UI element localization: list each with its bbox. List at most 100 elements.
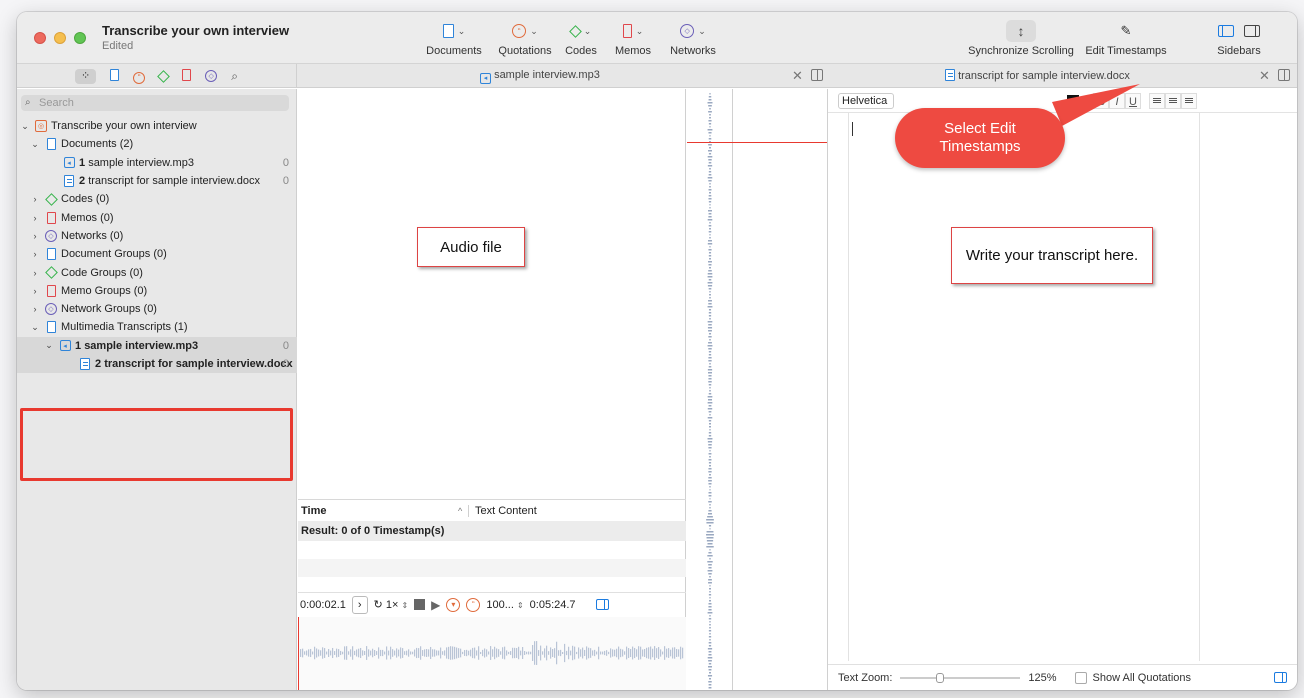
- font-select[interactable]: Helvetica: [838, 92, 894, 109]
- documents-tab-icon[interactable]: [110, 69, 120, 83]
- chevron-right-icon[interactable]: ›: [29, 304, 41, 314]
- time-column-header[interactable]: Time: [298, 505, 458, 517]
- vertical-waveform[interactable]: [687, 89, 733, 690]
- chevron-right-icon[interactable]: ›: [29, 249, 41, 259]
- vertical-waveform-bar: [709, 339, 711, 341]
- waveform-bar: [358, 648, 360, 658]
- waveform-bar: [334, 651, 336, 655]
- codes-tab-icon[interactable]: [157, 69, 171, 83]
- stop-button[interactable]: [414, 599, 426, 610]
- sort-ascending-icon[interactable]: ^: [458, 506, 468, 516]
- chevron-right-icon[interactable]: ›: [29, 213, 41, 223]
- tree-item-memo-groups[interactable]: › Memo Groups (0): [17, 282, 297, 300]
- tree-item-documents[interactable]: ⌄ Documents (2): [17, 135, 297, 153]
- vertical-waveform-bar: [708, 105, 712, 107]
- tree-item-doc-2[interactable]: 2 transcript for sample interview.docx 0: [17, 172, 297, 190]
- networks-toolbar-button[interactable]: ◇ ⌄ Networks: [662, 20, 724, 57]
- toggle-panel-icon[interactable]: [595, 599, 609, 610]
- tree-item-memos[interactable]: › Memos (0): [17, 208, 297, 226]
- vertical-waveform-bar: [706, 540, 714, 542]
- audio-file-icon: ◂: [480, 72, 491, 84]
- align-center-icon[interactable]: [1165, 92, 1181, 109]
- show-all-quotations-checkbox[interactable]: [1074, 671, 1087, 684]
- chevron-right-icon[interactable]: ›: [29, 194, 41, 204]
- text-content-column-header[interactable]: Text Content: [468, 504, 537, 517]
- vertical-waveform-bar: [708, 459, 712, 461]
- vertical-waveform-bar: [708, 252, 712, 254]
- quotation-count: 0: [282, 339, 289, 352]
- documents-toolbar-button[interactable]: ⌄ Documents: [419, 20, 489, 57]
- search-tab-icon[interactable]: ⌕: [231, 70, 238, 82]
- edit-timestamps-button[interactable]: ✎ Edit Timestamps: [1081, 20, 1171, 57]
- synchronize-scrolling-button[interactable]: ↕ Synchronize Scrolling: [961, 20, 1081, 57]
- tree-item-document-groups[interactable]: › Document Groups (0): [17, 245, 297, 263]
- vertical-waveform-bar: [708, 312, 712, 314]
- text-zoom-slider[interactable]: [900, 672, 1021, 683]
- vertical-waveform-bar: [709, 228, 711, 230]
- add-quotation-icon[interactable]: ▾: [446, 597, 461, 612]
- transcript-folder-icon: [46, 321, 56, 334]
- vertical-waveform-bar: [708, 510, 712, 512]
- network-group-icon: ◇: [45, 303, 57, 316]
- search-input[interactable]: ⌕ Search: [21, 95, 289, 111]
- waveform-bar: [478, 646, 480, 660]
- chevron-right-icon[interactable]: ›: [29, 231, 41, 241]
- toggle-panel-icon[interactable]: [1274, 672, 1287, 683]
- zoom-window-button[interactable]: [74, 32, 86, 44]
- memos-toolbar-button[interactable]: ⌄ Memos: [607, 20, 659, 57]
- chevron-down-icon[interactable]: ⌄: [43, 340, 55, 351]
- tree-item-project[interactable]: ⌄ ◎ Transcribe your own interview: [17, 117, 297, 135]
- tree-item-multimedia-transcripts[interactable]: ⌄ Multimedia Transcripts (1): [17, 318, 297, 336]
- quotation-icon[interactable]: “: [466, 597, 481, 612]
- forward-button[interactable]: ›: [351, 595, 368, 614]
- codes-toolbar-button[interactable]: ⌄ Codes: [559, 20, 603, 57]
- tree-item-mt-audio[interactable]: ⌄ ◂ 1 sample interview.mp3 0: [17, 336, 297, 355]
- tree-item-codes[interactable]: › Codes (0): [17, 190, 297, 208]
- close-tab-icon[interactable]: ✕: [792, 68, 803, 84]
- sidebars-toolbar-button[interactable]: Sidebars: [1209, 20, 1269, 57]
- vertical-waveform-bar: [707, 675, 713, 677]
- tree-item-networks[interactable]: › ◇ Networks (0): [17, 227, 297, 245]
- minimize-window-button[interactable]: [54, 32, 66, 44]
- align-right-icon[interactable]: [1181, 92, 1197, 109]
- tree-item-mt-transcript[interactable]: 2 transcript for sample interview.docx 0: [17, 354, 297, 374]
- tree-item-code-groups[interactable]: › Code Groups (0): [17, 263, 297, 281]
- tree-item-network-groups[interactable]: › ◇ Network Groups (0): [17, 300, 297, 318]
- speed-select[interactable]: ↻ 1× ⇕: [374, 598, 409, 611]
- memos-tab-icon[interactable]: [182, 69, 192, 83]
- align-left-icon[interactable]: [1149, 92, 1165, 109]
- chevron-right-icon[interactable]: ›: [29, 268, 41, 278]
- waveform-bar: [320, 650, 322, 656]
- chevron-down-icon[interactable]: ⌄: [29, 139, 41, 150]
- waveform-bar: [306, 650, 308, 656]
- chevron-down-icon[interactable]: ⌄: [29, 322, 41, 333]
- vertical-waveform-bar: [708, 384, 712, 386]
- networks-tab-icon[interactable]: ◇: [205, 70, 218, 82]
- right-sidebar-icon[interactable]: [1244, 25, 1260, 37]
- audio-waveform[interactable]: [298, 617, 686, 690]
- chevron-down-icon[interactable]: ⌄: [19, 121, 31, 132]
- chevron-right-icon[interactable]: ›: [29, 286, 41, 296]
- tree-item-doc-1[interactable]: ◂ 1 sample interview.mp3 0: [17, 154, 297, 172]
- volume-select[interactable]: 100... ⇕: [486, 599, 523, 611]
- waveform-bar: [386, 646, 388, 660]
- waveform-bar: [646, 647, 648, 659]
- close-window-button[interactable]: [34, 32, 46, 44]
- vertical-waveform-bar: [708, 375, 712, 377]
- close-tab-icon[interactable]: ✕: [1259, 68, 1270, 84]
- play-button[interactable]: ▶: [431, 598, 440, 612]
- waveform-bar: [444, 650, 446, 656]
- audio-tab-label: sample interview.mp3: [494, 69, 600, 81]
- quotations-toolbar-button[interactable]: “⌄ Quotations: [490, 20, 560, 57]
- tab-sample-interview[interactable]: ◂ sample interview.mp3: [480, 69, 600, 84]
- split-view-icon[interactable]: [811, 69, 823, 81]
- left-sidebar-icon[interactable]: [1218, 25, 1234, 37]
- transcript-page[interactable]: [848, 113, 1200, 661]
- vertical-waveform-bar: [708, 411, 712, 413]
- split-view-icon[interactable]: [1278, 69, 1290, 81]
- vertical-waveform-bar: [708, 579, 712, 581]
- quotations-tab-icon[interactable]: “: [133, 68, 146, 84]
- project-explorer-tab-icon[interactable]: ⁘: [75, 68, 97, 84]
- vertical-waveform-bar: [708, 687, 712, 689]
- zoom-slider-knob[interactable]: [936, 672, 945, 683]
